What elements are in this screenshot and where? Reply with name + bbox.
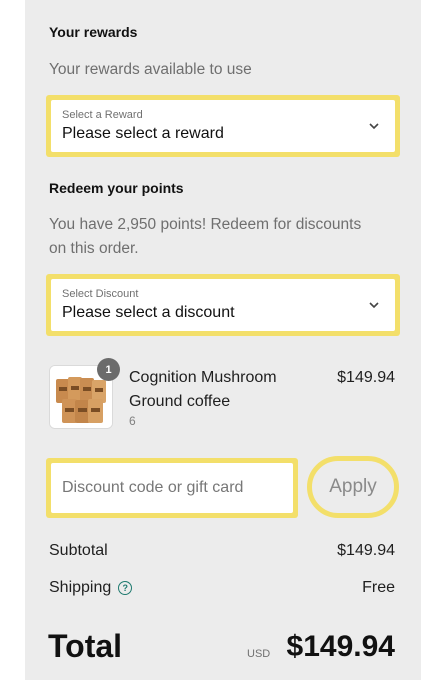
discount-select[interactable]: Select Discount Please select a discount xyxy=(51,279,395,331)
discount-select-value: Please select a discount xyxy=(62,304,235,321)
reward-select-value: Please select a reward xyxy=(62,125,224,142)
shipping-label: Shipping xyxy=(49,579,112,596)
discount-select-highlight: Select Discount Please select a discount xyxy=(46,274,400,336)
points-heading: Redeem your points xyxy=(49,180,184,196)
apply-button[interactable]: Apply xyxy=(307,456,399,518)
subtotal-label: Subtotal xyxy=(49,542,108,559)
reward-select-highlight: Select a Reward Please select a reward xyxy=(46,95,400,157)
points-subtext-line2: on this order. xyxy=(49,240,139,257)
total-currency: USD xyxy=(247,648,271,660)
discount-input-highlight xyxy=(46,458,298,518)
total-label: Total xyxy=(48,628,123,664)
rewards-heading: Your rewards xyxy=(49,24,138,40)
reward-select-label: Select a Reward xyxy=(62,109,143,121)
points-subtext-line1: You have 2,950 points! Redeem for discou… xyxy=(49,216,362,233)
product-variant: 6 xyxy=(129,414,136,428)
product-price: $149.94 xyxy=(337,369,395,386)
subtotal-value: $149.94 xyxy=(337,542,395,559)
rewards-subtext: Your rewards available to use xyxy=(49,61,252,78)
shipping-value: Free xyxy=(362,579,395,596)
chevron-down-icon xyxy=(369,302,379,309)
shipping-row: Shipping? xyxy=(49,579,133,597)
product-name-line1: Cognition Mushroom xyxy=(129,369,277,386)
quantity-badge: 1 xyxy=(97,358,120,381)
product-name-line2: Ground coffee xyxy=(129,393,231,410)
total-value: $149.94 xyxy=(286,630,395,663)
chevron-down-icon xyxy=(369,123,379,130)
discount-select-label: Select Discount xyxy=(62,288,139,300)
discount-code-input[interactable] xyxy=(51,463,293,513)
product-name: Cognition Mushroom Ground coffee xyxy=(129,366,319,414)
reward-select[interactable]: Select a Reward Please select a reward xyxy=(51,100,395,152)
help-circle-icon[interactable]: ? xyxy=(118,581,133,595)
